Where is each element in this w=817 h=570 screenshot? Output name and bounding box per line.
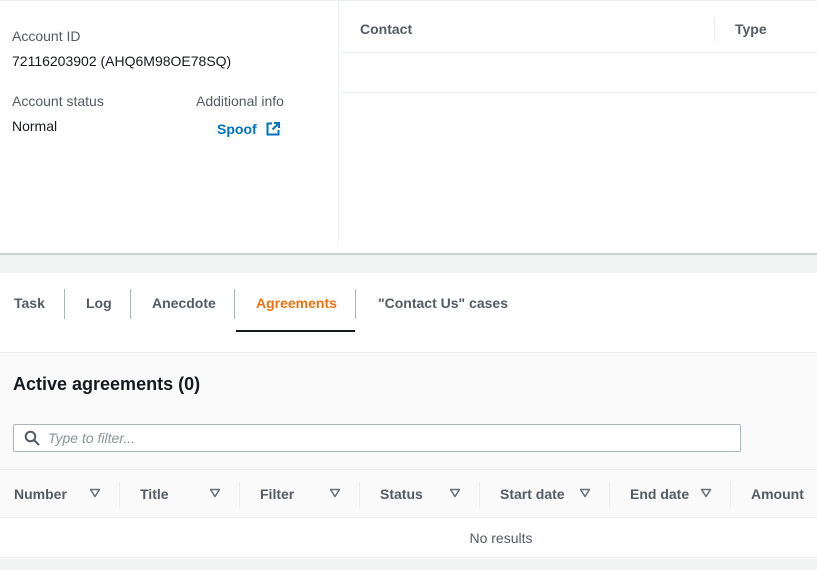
detail-tabs: Task Log Anecdote Agreements "Contact Us… bbox=[0, 273, 817, 353]
column-divider bbox=[479, 482, 480, 508]
column-divider bbox=[119, 482, 120, 508]
agreements-table-header: Number Title Filter Status Start date En… bbox=[0, 469, 817, 518]
tab-divider bbox=[64, 289, 65, 319]
tab-divider bbox=[234, 289, 235, 319]
tab-contact-us-cases[interactable]: "Contact Us" cases bbox=[378, 273, 508, 333]
additional-info-label: Additional info bbox=[196, 93, 284, 109]
spoof-link-label: Spoof bbox=[217, 121, 257, 137]
column-header-end-date[interactable]: End date bbox=[630, 470, 689, 518]
tab-anecdote[interactable]: Anecdote bbox=[152, 273, 216, 333]
sort-caret-icon[interactable] bbox=[329, 488, 341, 498]
section-gap bbox=[0, 255, 817, 273]
column-header-status[interactable]: Status bbox=[380, 470, 423, 518]
column-divider bbox=[239, 482, 240, 508]
column-header-type[interactable]: Type bbox=[735, 21, 767, 37]
account-id-label: Account ID bbox=[12, 28, 81, 44]
empty-state-text: No results bbox=[469, 530, 533, 546]
column-header-amount[interactable]: Amount bbox=[751, 470, 804, 518]
sort-caret-icon[interactable] bbox=[209, 488, 221, 498]
column-divider bbox=[359, 482, 360, 508]
column-header-title[interactable]: Title bbox=[140, 470, 169, 518]
filter-input[interactable] bbox=[48, 426, 728, 450]
column-divider bbox=[714, 17, 715, 41]
sort-caret-icon[interactable] bbox=[579, 488, 591, 498]
sort-caret-icon[interactable] bbox=[449, 488, 461, 498]
column-divider bbox=[730, 482, 731, 508]
external-link-icon bbox=[266, 122, 280, 136]
account-id-value: 72116203902 (AHQ6M98OE78SQ) bbox=[12, 53, 232, 69]
account-status-label: Account status bbox=[12, 93, 104, 109]
search-icon bbox=[24, 430, 40, 446]
tab-log[interactable]: Log bbox=[86, 273, 112, 333]
tab-divider bbox=[130, 289, 131, 319]
spoof-link[interactable]: Spoof bbox=[217, 121, 280, 137]
account-info: Account ID 72116203902 (AHQ6M98OE78SQ) A… bbox=[0, 1, 339, 244]
agreements-table-body: No results bbox=[0, 518, 817, 558]
column-header-number[interactable]: Number bbox=[14, 470, 67, 518]
agreements-table: Number Title Filter Status Start date En… bbox=[0, 469, 817, 559]
column-header-contact[interactable]: Contact bbox=[360, 21, 412, 37]
tab-task[interactable]: Task bbox=[14, 273, 45, 333]
column-header-start-date[interactable]: Start date bbox=[500, 470, 565, 518]
filter-field[interactable] bbox=[13, 424, 741, 452]
sort-caret-icon[interactable] bbox=[89, 488, 101, 498]
contact-table-row bbox=[340, 53, 817, 93]
tab-divider bbox=[355, 289, 356, 319]
sort-caret-icon[interactable] bbox=[700, 488, 712, 498]
column-header-filter[interactable]: Filter bbox=[260, 470, 294, 518]
account-status-value: Normal bbox=[12, 118, 58, 134]
contact-table-header: Contact Type bbox=[340, 1, 817, 53]
column-divider bbox=[609, 482, 610, 508]
active-tab-indicator bbox=[236, 330, 355, 332]
section-title: Active agreements (0) bbox=[13, 374, 201, 394]
account-summary-panel: Account ID 72116203902 (AHQ6M98OE78SQ) A… bbox=[0, 0, 817, 254]
bottom-band bbox=[0, 559, 817, 570]
contact-table: Contact Type bbox=[340, 1, 817, 93]
agreements-section: Active agreements (0) Number Title Filte… bbox=[0, 354, 817, 570]
tab-agreements[interactable]: Agreements bbox=[256, 273, 337, 333]
